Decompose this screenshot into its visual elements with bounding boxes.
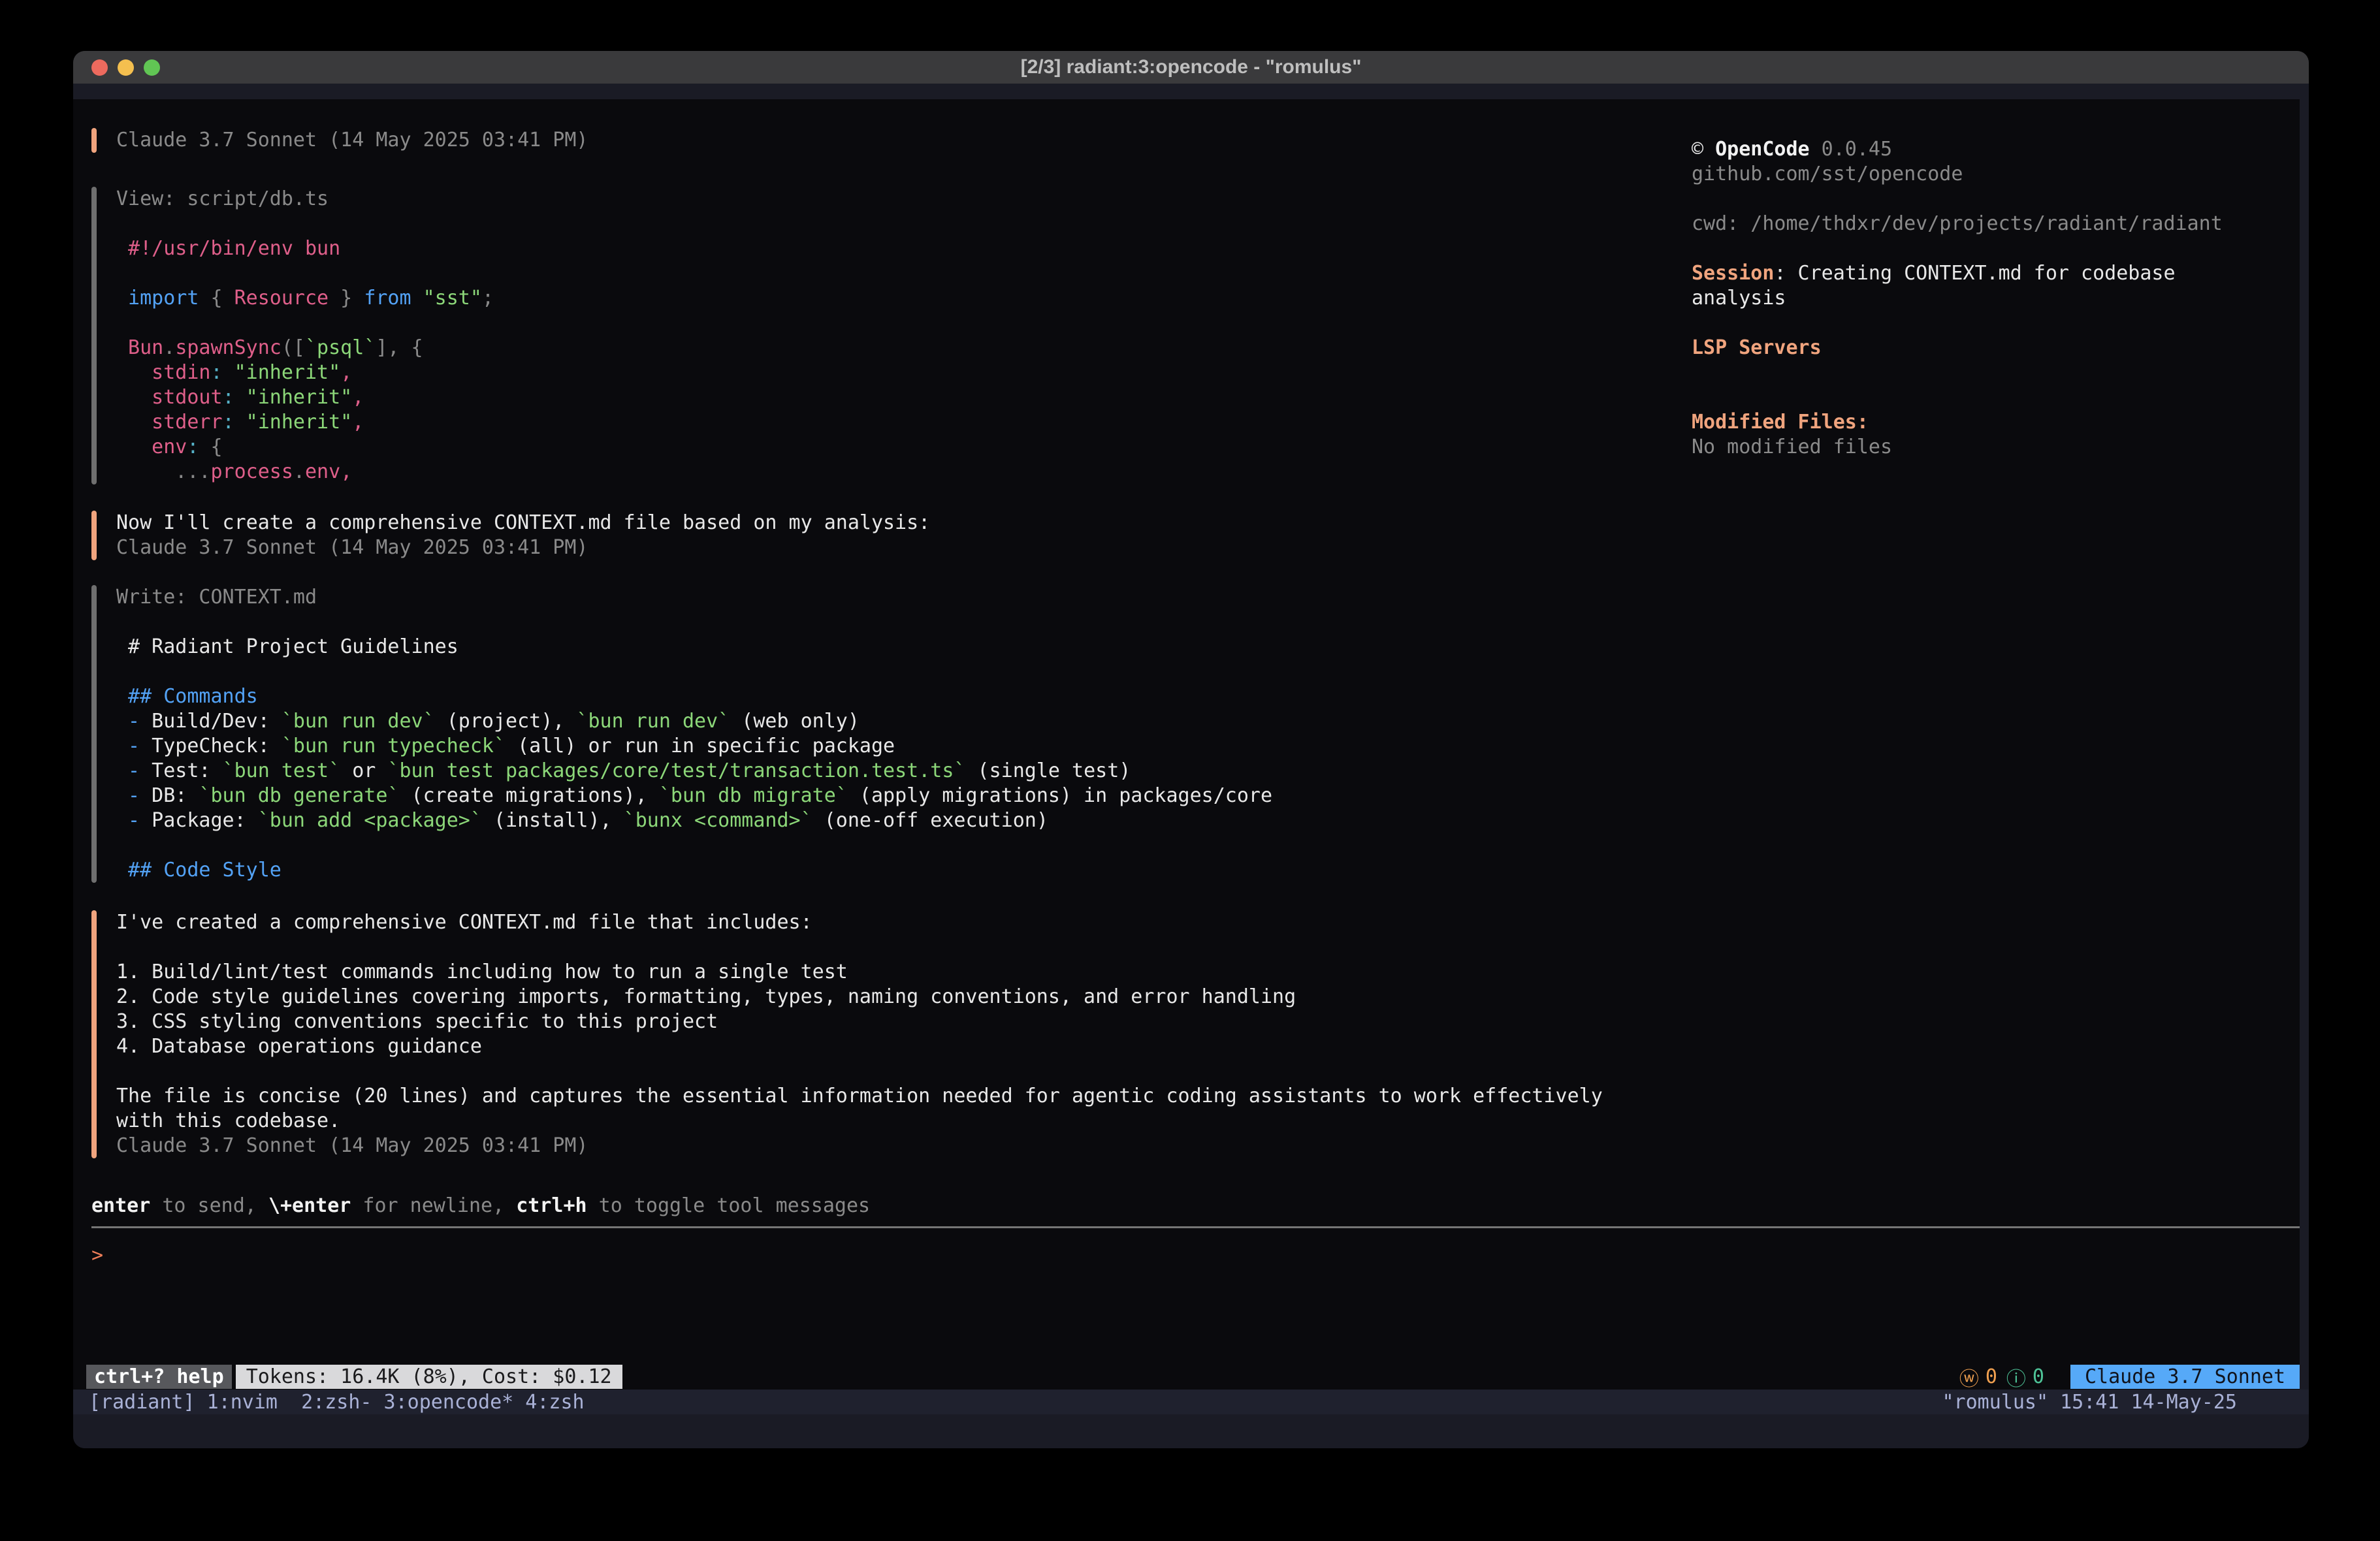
diagnostic-info: ⓘ 0 (2006, 1363, 2044, 1391)
tool-accent-bar (91, 187, 97, 485)
keybind-hint: enter to send, \+enter for newline, ctrl… (91, 1194, 870, 1218)
message-block-assistant: Now I'll create a comprehensive CONTEXT.… (91, 511, 1692, 560)
window-titlebar[interactable]: [2/3] radiant:3:opencode - "romulus" (73, 51, 2309, 84)
sidebar-lines: © OpenCode 0.0.45github.com/sst/opencode… (1692, 137, 2300, 460)
tmux-status-bar: [radiant] 1:nvim 2:zsh- 3:opencode* 4:zs… (73, 1390, 2309, 1414)
lsp-diagnostics: ⓦ 0 ⓘ 0 ⓗ 0 (1959, 1363, 2044, 1391)
message-block-assistant: I've created a comprehensive CONTEXT.md … (91, 910, 1692, 1158)
info-count: 0 (2033, 1365, 2044, 1388)
status-bar: ctrl+? help Tokens: 16.4K (8%), Cost: $0… (86, 1365, 2300, 1389)
window-title: [2/3] radiant:3:opencode - "romulus" (1021, 56, 1362, 78)
diagnostic-warning: ⓦ 0 (1959, 1363, 1997, 1391)
help-keybind-chip[interactable]: ctrl+? help (86, 1365, 232, 1389)
zoom-window-button[interactable] (144, 59, 160, 76)
warning-count: 0 (1986, 1365, 1997, 1388)
tool-block-view-file: View: script/db.ts #!/usr/bin/env bun im… (91, 187, 1692, 485)
terminal-window: [2/3] radiant:3:opencode - "romulus" Cla… (73, 51, 2309, 1448)
assistant-accent-bar (91, 128, 97, 153)
tmux-window-list[interactable]: [radiant] 1:nvim 2:zsh- 3:opencode* 4:zs… (89, 1391, 585, 1414)
tmux-host-clock: "romulus" 15:41 14-May-25 (1942, 1391, 2237, 1414)
warning-icon: ⓦ (1959, 1363, 1979, 1391)
close-window-button[interactable] (91, 59, 108, 76)
tool-output-lines: Write: CONTEXT.md # Radiant Project Guid… (116, 585, 1272, 883)
assistant-accent-bar (91, 511, 97, 560)
tool-output-lines: View: script/db.ts #!/usr/bin/env bun im… (116, 187, 494, 485)
tokens-cost-chip: Tokens: 16.4K (8%), Cost: $0.12 (236, 1365, 622, 1389)
info-icon: ⓘ (2006, 1363, 2026, 1391)
message-block-assistant: Claude 3.7 Sonnet (14 May 2025 03:41 PM) (91, 128, 1692, 153)
message-lines: Now I'll create a comprehensive CONTEXT.… (116, 511, 930, 560)
model-selector-chip[interactable]: Claude 3.7 Sonnet (2070, 1365, 2300, 1389)
prompt-caret: > (91, 1243, 2300, 1268)
tool-accent-bar (91, 585, 97, 883)
message-input[interactable]: > (91, 1243, 2300, 1268)
session-sidebar: © OpenCode 0.0.45github.com/sst/opencode… (1692, 128, 2300, 1390)
assistant-accent-bar (91, 910, 97, 1158)
tool-block-write-file: Write: CONTEXT.md # Radiant Project Guid… (91, 585, 1692, 883)
message-lines: Claude 3.7 Sonnet (14 May 2025 03:41 PM) (116, 128, 588, 153)
traffic-lights (91, 51, 160, 84)
input-divider (91, 1226, 2300, 1228)
minimize-window-button[interactable] (118, 59, 134, 76)
terminal-content: Claude 3.7 Sonnet (14 May 2025 03:41 PM)… (73, 84, 2309, 1448)
message-lines: I've created a comprehensive CONTEXT.md … (116, 910, 1603, 1158)
